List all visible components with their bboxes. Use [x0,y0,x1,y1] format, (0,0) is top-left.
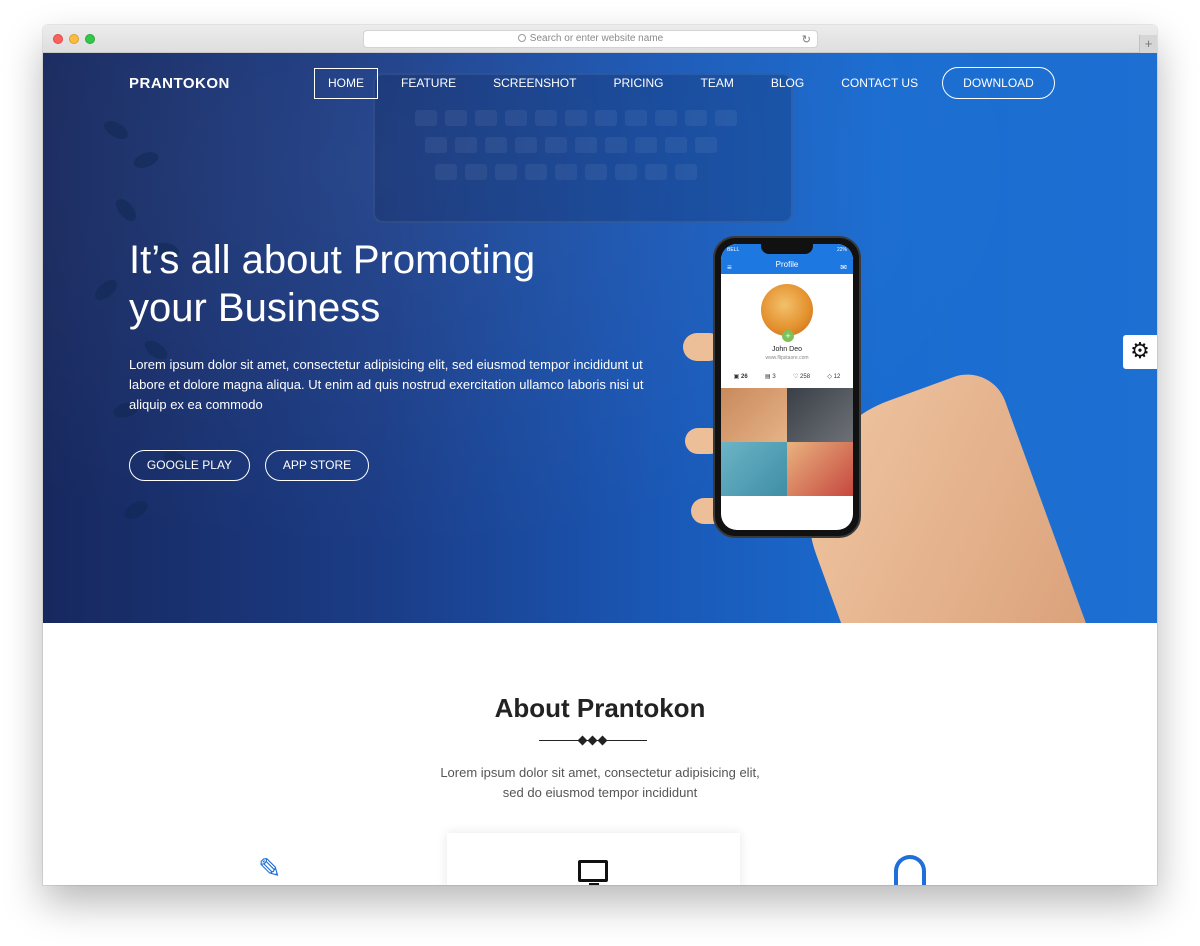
profile-name: John Deo [772,346,802,353]
browser-titlebar: Search or enter website name ↻ + [43,25,1157,53]
monitor-icon [578,860,608,885]
maximize-window-button[interactable] [85,34,95,44]
search-icon [517,34,526,42]
nav-item-home[interactable]: HOME [314,68,378,99]
briefcase-stat: ▤ 3 [765,374,776,380]
photo-tile [721,388,787,442]
tags-stat: ◇ 12 [827,374,841,380]
address-bar[interactable]: Search or enter website name ↻ [363,30,818,48]
hero-headline-line2: your Business [129,286,381,330]
app-store-button[interactable]: APP STORE [265,450,369,481]
gear-icon[interactable]: ⚙ [1123,335,1157,369]
pencil-ruler-icon: ✎ [258,853,282,884]
profile-stats: ▣ 26 ▤ 3 ♡ 258 ◇ 12 [721,373,853,380]
about-title: About Prantokon [494,693,706,723]
photo-grid [721,388,853,496]
nav-item-blog[interactable]: BLOG [757,68,818,99]
profile-avatar: + [761,284,813,342]
phone-screen-title: Profile [775,260,799,269]
main-nav: HOME FEATURE SCREENSHOT PRICING TEAM BLO… [314,68,941,99]
profile-website: www.flipstaore.com [765,355,809,361]
browser-window: Search or enter website name ↻ + PRANTOK… [43,25,1157,885]
hero-section: PRANTOKON HOME FEATURE SCREENSHOT PRICIN… [43,53,1157,623]
phone-screen: BELL 4:21 PM 22% ≡ Profile ✉ + John Deo … [721,244,853,530]
menu-icon: ≡ [727,263,732,272]
mail-icon: ✉ [840,263,847,272]
nav-item-team[interactable]: TEAM [686,68,747,99]
photo-tile [787,442,853,496]
minimize-window-button[interactable] [69,34,79,44]
hero-headline: It’s all about Promoting your Business [129,236,649,332]
nav-item-screenshot[interactable]: SCREENSHOT [479,68,590,99]
section-divider [539,735,647,746]
reload-icon[interactable]: ↻ [802,32,811,48]
nav-item-feature[interactable]: FEATURE [387,68,470,99]
phone-app-header: ≡ Profile ✉ [721,258,853,274]
download-button[interactable]: DOWNLOAD [942,67,1055,99]
nav-item-contact[interactable]: CONTACT US [827,68,932,99]
photos-stat: ▣ 26 [733,374,748,380]
address-placeholder: Search or enter website name [529,33,664,44]
google-play-button[interactable]: GOOGLE PLAY [129,450,250,481]
close-window-button[interactable] [53,34,63,44]
photo-tile [787,388,853,442]
nav-item-pricing[interactable]: PRICING [599,68,677,99]
photo-tile [721,442,787,496]
hero-headline-line1: It’s all about Promoting [129,238,536,282]
add-icon: + [782,330,794,342]
brand-logo[interactable]: PRANTOKON [129,75,230,92]
about-description: Lorem ipsum dolor sit amet, consectetur … [440,765,760,800]
hero-lead-text: Lorem ipsum dolor sit amet, consectetur … [129,357,644,412]
headset-icon [894,855,926,885]
phone-mockup: BELL 4:21 PM 22% ≡ Profile ✉ + John Deo … [713,236,861,538]
likes-stat: ♡ 258 [793,374,811,380]
new-tab-button[interactable]: + [1139,35,1157,53]
